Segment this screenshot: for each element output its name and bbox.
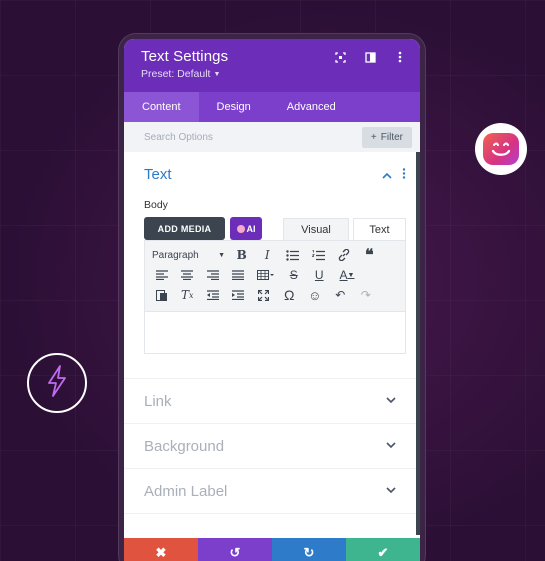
- tab-visual[interactable]: Visual: [283, 218, 349, 240]
- ai-label: AI: [246, 223, 256, 234]
- split-view-icon[interactable]: [362, 49, 378, 65]
- indent-icon[interactable]: [226, 285, 252, 305]
- close-icon: ✖: [155, 545, 167, 560]
- clear-formatting-icon[interactable]: Tx: [175, 285, 201, 305]
- format-select-value: Paragraph: [152, 249, 199, 261]
- special-char-icon[interactable]: Ω: [277, 285, 303, 305]
- undo-icon: ↺: [229, 545, 241, 560]
- caret-down-icon: ▼: [213, 70, 221, 78]
- check-icon: ✔: [377, 545, 389, 560]
- more-vertical-icon[interactable]: [392, 49, 408, 65]
- plus-icon: +: [370, 131, 377, 143]
- section-admin-label-title: Admin Label: [144, 482, 228, 500]
- undo-icon[interactable]: ↶: [328, 285, 354, 305]
- text-section-title[interactable]: Text: [144, 166, 172, 183]
- cancel-button[interactable]: ✖: [124, 538, 198, 561]
- chevron-up-icon[interactable]: [382, 168, 392, 182]
- undo-button[interactable]: ↺: [198, 538, 272, 561]
- redo-button[interactable]: ↻: [272, 538, 346, 561]
- section-link-title: Link: [144, 392, 172, 410]
- settings-tabs: Content Design Advanced: [124, 92, 420, 122]
- paste-icon[interactable]: [149, 285, 175, 305]
- chevron-down-icon: [386, 440, 396, 452]
- align-justify-icon[interactable]: [226, 265, 252, 285]
- search-bar: Search Options + Filter: [124, 122, 420, 152]
- section-background[interactable]: Background: [124, 424, 420, 469]
- emoji-icon[interactable]: ☺: [302, 285, 328, 305]
- text-section: Text Body ADD MEDIA AI Visual Text Parag…: [124, 152, 420, 379]
- save-button[interactable]: ✔: [346, 538, 420, 561]
- numbered-list-icon[interactable]: [306, 245, 332, 265]
- tab-content[interactable]: Content: [124, 92, 199, 122]
- chevron-down-icon: [386, 485, 396, 497]
- redo-icon[interactable]: ↷: [353, 285, 379, 305]
- filter-button[interactable]: + Filter: [361, 126, 412, 148]
- editor-content-area[interactable]: [144, 312, 406, 354]
- section-admin-label[interactable]: Admin Label: [124, 469, 420, 514]
- chat-assistant-badge: [475, 123, 527, 175]
- focus-icon[interactable]: [332, 49, 348, 65]
- bold-icon[interactable]: B: [229, 245, 255, 265]
- preset-label: Preset: Default: [141, 68, 211, 80]
- chevron-down-icon: [386, 395, 396, 407]
- underline-icon[interactable]: U: [307, 265, 333, 285]
- panel-scrollbar[interactable]: [416, 152, 420, 535]
- filter-label: Filter: [380, 131, 403, 143]
- link-icon[interactable]: [331, 245, 357, 265]
- redo-icon: ↻: [303, 545, 315, 560]
- fullscreen-icon[interactable]: [251, 285, 277, 305]
- strikethrough-icon[interactable]: S: [281, 265, 307, 285]
- ai-button[interactable]: AI: [230, 217, 262, 240]
- italic-icon[interactable]: I: [255, 245, 281, 265]
- tab-text[interactable]: Text: [353, 218, 406, 240]
- editor-toolbar: Paragraph ▼ B I ❝ S U A ▼ T x Ω ☺ ↶ ↷: [144, 240, 406, 312]
- align-center-icon[interactable]: [175, 265, 201, 285]
- caret-down-icon: ▼: [218, 251, 225, 259]
- tab-advanced[interactable]: Advanced: [269, 92, 354, 122]
- lightning-badge: [27, 353, 87, 413]
- outdent-icon[interactable]: [200, 285, 226, 305]
- align-right-icon[interactable]: [200, 265, 226, 285]
- lightning-icon: [46, 364, 68, 402]
- ai-icon: [236, 224, 245, 233]
- smiley-icon: [483, 133, 519, 165]
- table-icon[interactable]: [251, 265, 281, 285]
- format-select[interactable]: Paragraph ▼: [149, 250, 229, 261]
- text-color-icon[interactable]: A ▼: [332, 265, 362, 285]
- section-background-title: Background: [144, 437, 225, 455]
- search-input[interactable]: Search Options: [144, 132, 213, 143]
- preset-selector[interactable]: Preset: Default ▼: [141, 68, 403, 80]
- panel-footer: ✖ ↺ ↻ ✔: [124, 538, 420, 561]
- body-label: Body: [144, 199, 168, 211]
- section-link[interactable]: Link: [124, 379, 420, 424]
- panel-header: Text Settings Preset: Default ▼: [124, 39, 420, 92]
- quote-icon[interactable]: ❝: [357, 245, 383, 265]
- tab-design[interactable]: Design: [199, 92, 269, 122]
- more-vertical-icon[interactable]: [402, 167, 406, 182]
- align-left-icon[interactable]: [149, 265, 175, 285]
- add-media-button[interactable]: ADD MEDIA: [144, 217, 225, 240]
- settings-panel: Text Settings Preset: Default ▼ Content …: [124, 39, 420, 561]
- bullet-list-icon[interactable]: [280, 245, 306, 265]
